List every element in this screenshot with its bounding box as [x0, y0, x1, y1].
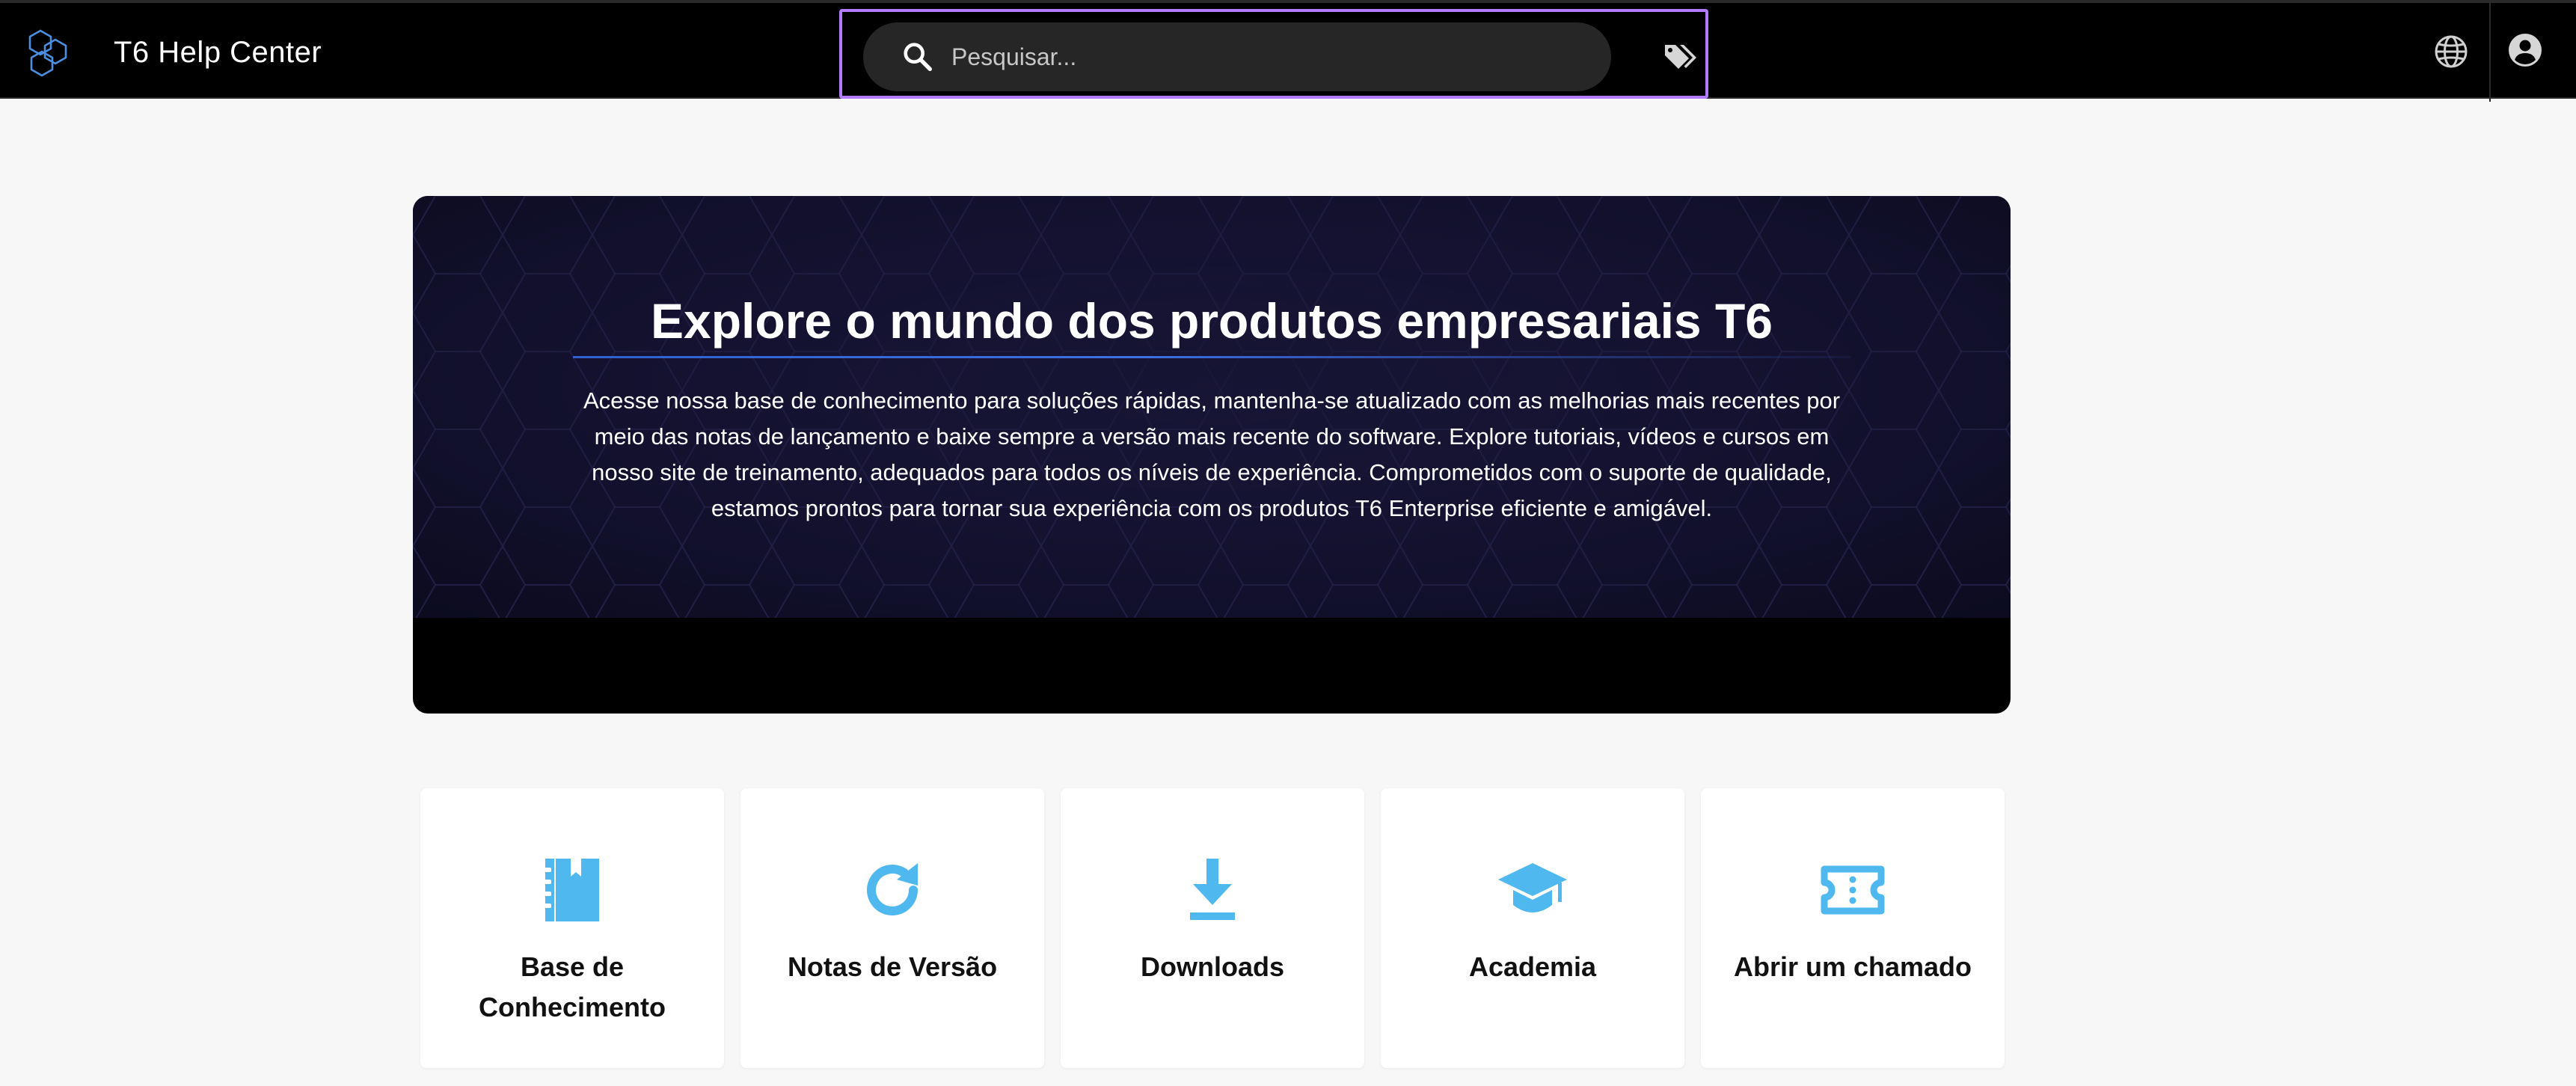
book-icon	[542, 859, 599, 921]
card-open-ticket[interactable]: Abrir um chamado	[1701, 788, 2005, 1068]
card-label: Notas de Versão	[787, 951, 998, 982]
hero-banner: Explore o mundo dos produtos empresariai…	[413, 196, 2011, 714]
card-knowledge-base[interactable]: Base de Conhecimento	[420, 788, 724, 1068]
card-label: Abrir um chamado	[1733, 951, 1972, 982]
search-input[interactable]	[950, 42, 1593, 72]
search-icon	[904, 43, 932, 71]
hero-title: Explore o mundo dos produtos empresariai…	[651, 293, 1773, 349]
header-divider	[2489, 3, 2491, 102]
quick-links: Base de Conhecimento Notas de Versão Dow…	[420, 788, 2006, 1068]
download-icon	[1190, 859, 1235, 920]
search-area	[839, 9, 1708, 99]
account-button[interactable]	[2508, 33, 2542, 67]
language-button[interactable]	[2432, 33, 2470, 70]
globe-icon	[2435, 35, 2468, 68]
refresh-icon	[867, 863, 918, 915]
card-label: Base de Conhecimento	[478, 951, 666, 1022]
ticket-icon	[1821, 865, 1885, 915]
brand-name: T6 Help Center	[114, 35, 322, 69]
card-academy[interactable]: Academia	[1381, 788, 1684, 1068]
card-label: Academia	[1468, 951, 1597, 982]
hero-title-underline	[573, 356, 1850, 358]
card-label: Downloads	[1140, 951, 1284, 982]
card-downloads[interactable]: Downloads	[1061, 788, 1364, 1068]
tags-filter-button[interactable]	[1662, 40, 1699, 73]
brand-logo-icon	[28, 29, 67, 77]
hero-description: Acesse nossa base de conhecimento para s…	[583, 387, 1841, 521]
brand-home-link[interactable]: T6 Help Center	[22, 25, 322, 79]
tags-icon	[1665, 45, 1696, 69]
account-icon	[2509, 34, 2542, 67]
card-release-notes[interactable]: Notas de Versão	[740, 788, 1044, 1068]
graduation-cap-icon	[1498, 863, 1567, 912]
top-navigation-bar: T6 Help Center	[0, 0, 2576, 102]
search-bar[interactable]	[863, 22, 1611, 91]
